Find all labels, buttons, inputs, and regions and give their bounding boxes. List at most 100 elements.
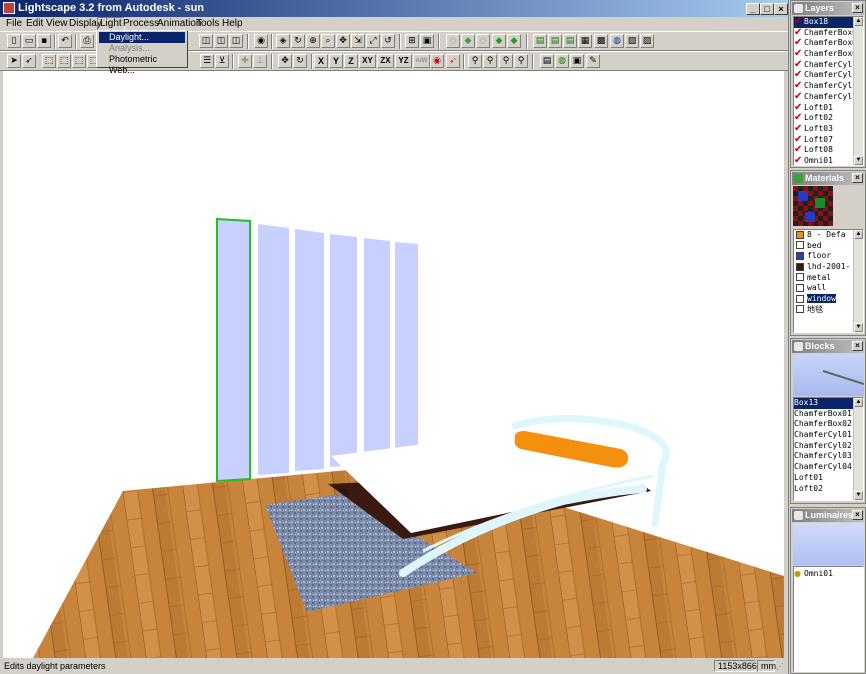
list-icon[interactable]: ☰ — [200, 54, 214, 68]
new-file-icon[interactable]: ▯ — [7, 34, 21, 48]
checkmark-icon[interactable]: ✔ — [794, 123, 804, 135]
layers-list[interactable]: ✔ Box18 ✔ ChamferBox0 ✔ ChamferBox0 ✔ ChamferBo… — [793, 16, 864, 166]
run-person-icon[interactable]: ⚲ — [483, 54, 497, 68]
rotate-icon[interactable]: ↺ — [381, 34, 395, 48]
solid-icon[interactable]: ◆ — [461, 34, 475, 48]
select-filter-icon[interactable]: ⊻ — [215, 54, 229, 68]
plane-zx-button[interactable]: ZX — [377, 54, 394, 68]
maximize-button[interactable]: □ — [760, 3, 774, 15]
select-box-icon[interactable]: ⬚ — [42, 54, 56, 68]
add-light-icon[interactable]: ✚ — [238, 54, 252, 68]
materials-scrollbar[interactable]: ▲ ▼ — [853, 230, 863, 332]
layer-icon[interactable]: ▤ — [533, 34, 547, 48]
axis-y-button[interactable]: Y — [329, 54, 343, 68]
resize-grip-icon[interactable]: ⋰ — [776, 662, 786, 672]
walk-person-icon[interactable]: ⚲ — [468, 54, 482, 68]
camera-icon[interactable]: ◉ — [254, 34, 268, 48]
pan-icon[interactable]: ✥ — [336, 34, 350, 48]
menu-item-analysis[interactable]: Analysis... — [99, 43, 185, 54]
close-button[interactable]: × — [774, 3, 788, 15]
select-window-icon[interactable]: ⬚ — [57, 54, 71, 68]
undo-icon[interactable]: ↶ — [58, 34, 72, 48]
stand-person-icon[interactable]: ⚲ — [514, 54, 528, 68]
roll-icon[interactable]: ⤢ — [366, 34, 380, 48]
walk-icon[interactable]: ⇲ — [351, 34, 365, 48]
menu-edit[interactable]: Edit — [24, 17, 45, 31]
layers-panel: Layers × ✔ Box18 ✔ ChamferBox0 ✔ ChamferBox0 ✔… — [790, 0, 866, 168]
textured-icon[interactable]: ◆ — [507, 34, 521, 48]
print-icon[interactable]: ⎙ — [80, 34, 94, 48]
window-zoom-icon[interactable]: ▣ — [420, 34, 434, 48]
outline-icon[interactable]: ◇ — [476, 34, 490, 48]
render-icon[interactable]: ▨ — [640, 34, 654, 48]
scroll-down-icon[interactable]: ▼ — [854, 491, 863, 500]
menu-item-photometric-web[interactable]: Photometric Web... — [99, 54, 185, 75]
menu-tools[interactable]: Tools — [194, 17, 221, 31]
checkmark-icon[interactable]: ✔ — [794, 155, 804, 165]
scroll-up-icon[interactable]: ▲ — [854, 17, 863, 26]
zoom-extents-icon[interactable]: ⊞ — [405, 34, 419, 48]
shaded-icon[interactable]: ◆ — [492, 34, 506, 48]
cube-view-icon[interactable]: ◫ — [229, 34, 243, 48]
app-icon — [3, 2, 15, 14]
blocks-title: Blocks — [805, 341, 835, 351]
blocks-close-button[interactable]: × — [852, 341, 863, 351]
select-plus-icon[interactable]: ➶ — [22, 54, 36, 68]
plane-xy-button[interactable]: XY — [359, 54, 376, 68]
aw-button[interactable]: A/W — [413, 54, 430, 68]
axis-x-button[interactable]: X — [314, 54, 328, 68]
grid-icon[interactable]: ▦ — [578, 34, 592, 48]
menu-view[interactable]: View — [44, 17, 70, 31]
select-crossing-icon[interactable]: ⬚ — [72, 54, 86, 68]
rotate-object-icon[interactable]: ↻ — [293, 54, 307, 68]
scroll-up-icon[interactable]: ▲ — [854, 398, 863, 407]
luminaires-toggle-icon[interactable]: ✎ — [586, 54, 600, 68]
move-icon[interactable]: ✥ — [278, 54, 292, 68]
materials-toggle-icon[interactable]: ◍ — [555, 54, 569, 68]
menu-item-daylight[interactable]: Daylight... — [99, 32, 185, 43]
orbit-icon[interactable]: ↻ — [291, 34, 305, 48]
light-aim-icon[interactable]: ➹ — [446, 54, 460, 68]
menu-file[interactable]: File — [4, 17, 24, 31]
zoom-icon[interactable]: ⊕ — [306, 34, 320, 48]
magnify-icon[interactable]: ⌕ — [321, 34, 335, 48]
layer-icon[interactable]: ▤ — [563, 34, 577, 48]
axis-z-button[interactable]: Z — [344, 54, 358, 68]
display-icon[interactable]: ▧ — [625, 34, 639, 48]
blocks-list[interactable]: Box13 ChamferBox01 ChamferBox02 ChamferCyl0… — [793, 397, 864, 501]
layer-label: Box18 — [804, 17, 829, 26]
save-icon[interactable]: ▪ — [37, 34, 51, 48]
light-properties-icon[interactable]: ◉ — [430, 54, 444, 68]
materials-close-button[interactable]: × — [852, 173, 863, 183]
luminaires-list[interactable]: ● Omni01 — [793, 566, 864, 672]
eye-icon[interactable]: ◈ — [276, 34, 290, 48]
layers-toggle-icon[interactable]: ▤ — [540, 54, 554, 68]
wireframe-icon[interactable]: ◇ — [446, 34, 460, 48]
3d-viewport[interactable] — [3, 71, 784, 658]
layers-close-button[interactable]: × — [852, 3, 863, 13]
walk-person-icon[interactable]: ⚲ — [499, 54, 513, 68]
cube-view-icon[interactable]: ◫ — [199, 34, 213, 48]
select-arrow-icon[interactable]: ➤ — [7, 54, 21, 68]
solution-icon[interactable]: ▩ — [594, 34, 608, 48]
toolbar-separator — [54, 34, 56, 49]
cube-view-icon[interactable]: ◫ — [214, 34, 228, 48]
materials-list[interactable]: 8 - Defa bed floor lhd-2001- metal wall window… — [793, 229, 864, 333]
open-folder-icon[interactable]: ▭ — [22, 34, 36, 48]
plane-yz-button[interactable]: YZ — [395, 54, 412, 68]
scroll-down-icon[interactable]: ▼ — [854, 156, 863, 165]
checkmark-icon[interactable]: ✔ — [794, 91, 804, 103]
blocks-scrollbar[interactable]: ▲ ▼ — [853, 398, 863, 500]
layers-scrollbar[interactable]: ▲ ▼ — [853, 17, 863, 165]
materials-icon[interactable]: ◍ — [610, 34, 624, 48]
menu-help[interactable]: Help — [220, 17, 245, 31]
scroll-up-icon[interactable]: ▲ — [854, 230, 863, 239]
materials-icon — [794, 174, 803, 183]
align-icon[interactable]: ⊥ — [253, 54, 267, 68]
scroll-down-icon[interactable]: ▼ — [854, 323, 863, 332]
minimize-button[interactable]: _ — [746, 3, 760, 15]
layer-icon[interactable]: ▤ — [548, 34, 562, 48]
blocks-toggle-icon[interactable]: ▣ — [570, 54, 584, 68]
luminaires-close-button[interactable]: × — [852, 510, 863, 520]
list-item[interactable]: ● Omni01 — [794, 569, 863, 580]
